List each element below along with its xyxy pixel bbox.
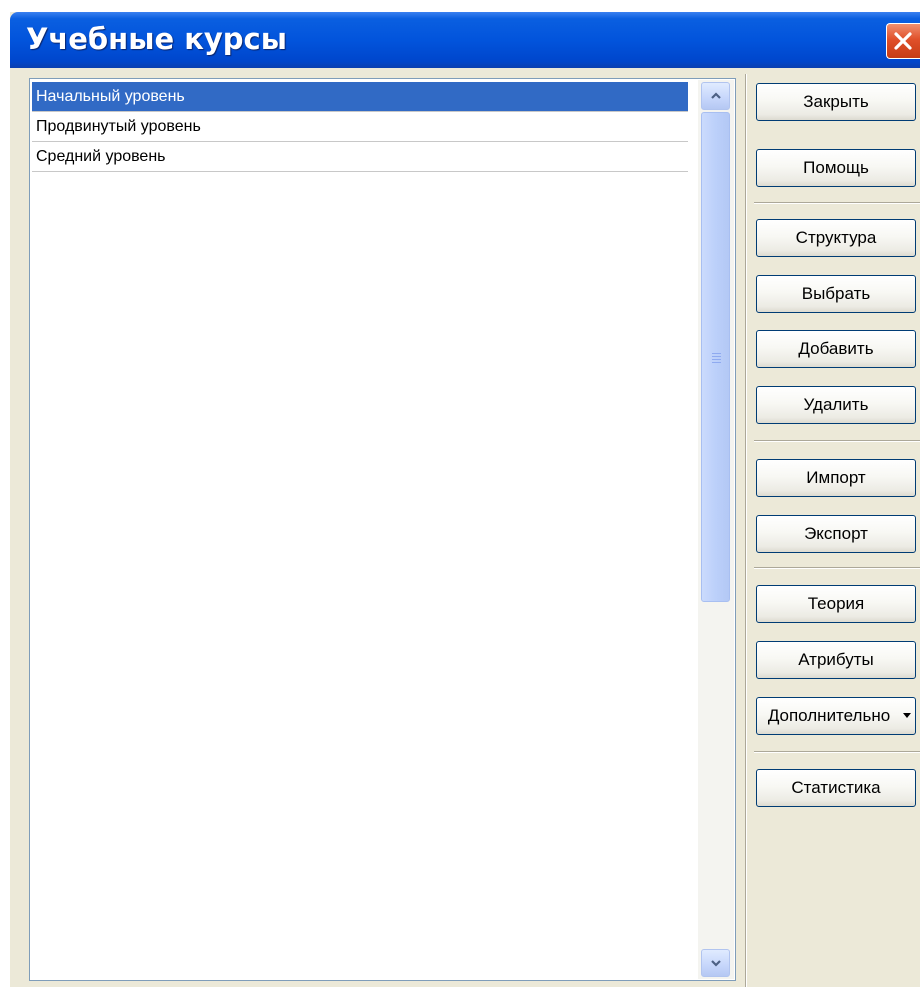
button-group-separator bbox=[754, 202, 920, 204]
list-item[interactable]: Продвинутый уровень bbox=[32, 112, 688, 142]
more-dropdown-button[interactable]: Дополнительно bbox=[756, 697, 916, 735]
chevron-down-icon bbox=[711, 960, 721, 967]
scroll-down-button[interactable] bbox=[701, 949, 730, 977]
dialog-body: Начальный уровень Продвинутый уровень Ср… bbox=[10, 68, 920, 987]
button-group-separator bbox=[754, 567, 920, 569]
scroll-thumb[interactable] bbox=[701, 112, 730, 602]
list-item[interactable]: Начальный уровень bbox=[32, 82, 688, 112]
statistics-button[interactable]: Статистика bbox=[756, 769, 916, 807]
add-button[interactable]: Добавить bbox=[756, 330, 916, 368]
list-item[interactable]: Средний уровень bbox=[32, 142, 688, 172]
chevron-up-icon bbox=[711, 92, 721, 99]
title-bar[interactable]: Учебные курсы bbox=[10, 12, 920, 68]
structure-button[interactable]: Структура bbox=[756, 219, 916, 257]
import-button[interactable]: Импорт bbox=[756, 459, 916, 497]
close-x-icon bbox=[894, 32, 912, 50]
vertical-scrollbar[interactable] bbox=[698, 80, 734, 979]
delete-button[interactable]: Удалить bbox=[756, 386, 916, 424]
help-button[interactable]: Помощь bbox=[756, 149, 916, 187]
theory-button[interactable]: Теория bbox=[756, 585, 916, 623]
export-button[interactable]: Экспорт bbox=[756, 515, 916, 553]
more-button-label: Дополнительно bbox=[767, 706, 891, 725]
scroll-up-button[interactable] bbox=[701, 82, 730, 110]
select-button[interactable]: Выбрать bbox=[756, 275, 916, 313]
courses-dialog: Учебные курсы Начальный уровень Продвину… bbox=[10, 12, 920, 987]
caret-down-icon bbox=[903, 713, 911, 718]
panel-divider bbox=[745, 74, 747, 987]
window-close-button[interactable] bbox=[886, 23, 920, 59]
button-group-separator bbox=[754, 751, 920, 753]
attributes-button[interactable]: Атрибуты bbox=[756, 641, 916, 679]
courses-list[interactable]: Начальный уровень Продвинутый уровень Ср… bbox=[29, 78, 736, 981]
button-group-separator bbox=[754, 440, 920, 442]
close-button[interactable]: Закрыть bbox=[756, 83, 916, 121]
window-title: Учебные курсы bbox=[26, 22, 287, 56]
